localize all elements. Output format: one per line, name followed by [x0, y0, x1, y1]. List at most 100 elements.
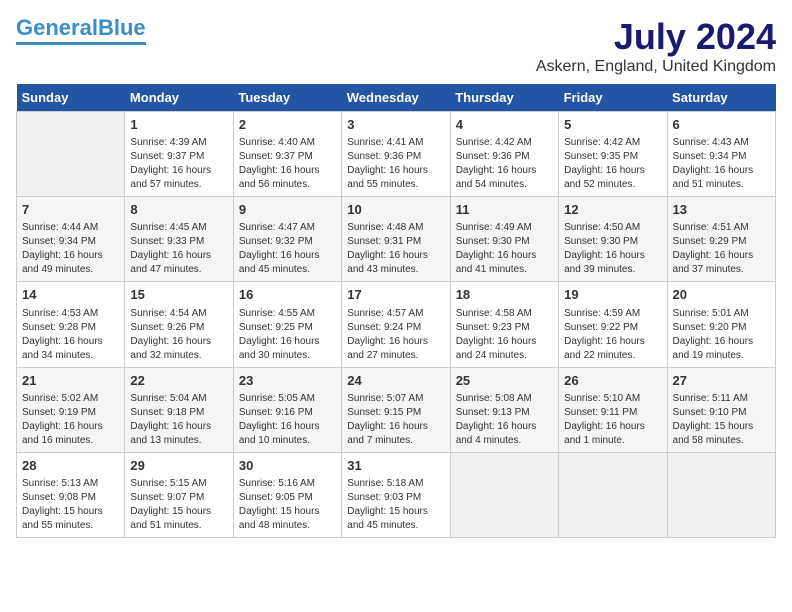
day-cell: 15 Sunrise: 4:54 AM Sunset: 9:26 PM Dayli… [125, 282, 233, 367]
day-number: 28 [22, 457, 119, 475]
day-info: Sunrise: 4:47 AM Sunset: 9:32 PM Dayligh… [239, 221, 336, 277]
day-number: 1 [130, 116, 227, 134]
day-info: Sunrise: 4:58 AM Sunset: 9:23 PM Dayligh… [456, 307, 553, 363]
day-cell: 1 Sunrise: 4:39 AM Sunset: 9:37 PM Daylig… [125, 112, 233, 197]
day-number: 18 [456, 286, 553, 304]
logo-underline [16, 42, 146, 45]
day-number: 5 [564, 116, 661, 134]
day-cell [667, 452, 775, 537]
day-cell: 21Sunrise: 5:02 AM Sunset: 9:19 PM Dayli… [17, 367, 125, 452]
month-title: July 2024 [536, 16, 776, 58]
day-info: Sunrise: 4:55 AM Sunset: 9:25 PM Dayligh… [239, 307, 336, 363]
day-info: Sunrise: 5:04 AM Sunset: 9:18 PM Dayligh… [130, 392, 227, 448]
week-row-1: 1 Sunrise: 4:39 AM Sunset: 9:37 PM Daylig… [17, 112, 776, 197]
logo: GeneralBlue [16, 16, 146, 45]
day-info: Sunrise: 5:02 AM Sunset: 9:19 PM Dayligh… [22, 392, 119, 448]
week-row-4: 21Sunrise: 5:02 AM Sunset: 9:19 PM Dayli… [17, 367, 776, 452]
day-cell: 7 Sunrise: 4:44 AM Sunset: 9:34 PM Daylig… [17, 197, 125, 282]
day-info: Sunrise: 5:13 AM Sunset: 9:08 PM Dayligh… [22, 477, 119, 533]
day-number: 25 [456, 372, 553, 390]
day-number: 4 [456, 116, 553, 134]
day-cell: 8Sunrise: 4:45 AM Sunset: 9:33 PM Daylig… [125, 197, 233, 282]
day-info: Sunrise: 4:44 AM Sunset: 9:34 PM Dayligh… [22, 221, 119, 277]
day-number: 23 [239, 372, 336, 390]
day-info: Sunrise: 4:50 AM Sunset: 9:30 PM Dayligh… [564, 221, 661, 277]
day-number: 31 [347, 457, 444, 475]
day-number: 15 [130, 286, 227, 304]
location: Askern, England, United Kingdom [536, 58, 776, 76]
day-info: Sunrise: 4:43 AM Sunset: 9:34 PM Dayligh… [673, 136, 770, 192]
day-info: Sunrise: 4:40 AM Sunset: 9:37 PM Dayligh… [239, 136, 336, 192]
day-info: Sunrise: 5:15 AM Sunset: 9:07 PM Dayligh… [130, 477, 227, 533]
day-cell: 25 Sunrise: 5:08 AM Sunset: 9:13 PM Dayli… [450, 367, 558, 452]
day-cell: 14Sunrise: 4:53 AM Sunset: 9:28 PM Dayli… [17, 282, 125, 367]
day-info: Sunrise: 4:48 AM Sunset: 9:31 PM Dayligh… [347, 221, 444, 277]
col-thursday: Thursday [450, 84, 558, 112]
header-row: SundayMondayTuesdayWednesdayThursdayFrid… [17, 84, 776, 112]
page-header: GeneralBlue July 2024 Askern, England, U… [16, 16, 776, 76]
day-info: Sunrise: 4:49 AM Sunset: 9:30 PM Dayligh… [456, 221, 553, 277]
day-cell: 3 Sunrise: 4:41 AM Sunset: 9:36 PM Daylig… [342, 112, 450, 197]
day-cell: 30 Sunrise: 5:16 AM Sunset: 9:05 PM Dayli… [233, 452, 341, 537]
day-number: 27 [673, 372, 770, 390]
col-monday: Monday [125, 84, 233, 112]
day-number: 17 [347, 286, 444, 304]
day-info: Sunrise: 4:54 AM Sunset: 9:26 PM Dayligh… [130, 307, 227, 363]
week-row-3: 14Sunrise: 4:53 AM Sunset: 9:28 PM Dayli… [17, 282, 776, 367]
day-number: 6 [673, 116, 770, 134]
day-number: 10 [347, 201, 444, 219]
day-cell: 17 Sunrise: 4:57 AM Sunset: 9:24 PM Dayli… [342, 282, 450, 367]
day-number: 9 [239, 201, 336, 219]
day-info: Sunrise: 5:05 AM Sunset: 9:16 PM Dayligh… [239, 392, 336, 448]
day-cell: 12Sunrise: 4:50 AM Sunset: 9:30 PM Dayli… [559, 197, 667, 282]
logo-general: General [16, 15, 98, 40]
day-cell: 23 Sunrise: 5:05 AM Sunset: 9:16 PM Dayli… [233, 367, 341, 452]
day-cell: 11 Sunrise: 4:49 AM Sunset: 9:30 PM Dayli… [450, 197, 558, 282]
col-sunday: Sunday [17, 84, 125, 112]
col-saturday: Saturday [667, 84, 775, 112]
day-number: 13 [673, 201, 770, 219]
day-cell: 5 Sunrise: 4:42 AM Sunset: 9:35 PM Daylig… [559, 112, 667, 197]
day-cell: 28 Sunrise: 5:13 AM Sunset: 9:08 PM Dayli… [17, 452, 125, 537]
day-number: 7 [22, 201, 119, 219]
day-info: Sunrise: 4:57 AM Sunset: 9:24 PM Dayligh… [347, 307, 444, 363]
day-info: Sunrise: 4:41 AM Sunset: 9:36 PM Dayligh… [347, 136, 444, 192]
title-block: July 2024 Askern, England, United Kingdo… [536, 16, 776, 76]
day-number: 26 [564, 372, 661, 390]
day-number: 30 [239, 457, 336, 475]
day-info: Sunrise: 5:07 AM Sunset: 9:15 PM Dayligh… [347, 392, 444, 448]
day-info: Sunrise: 4:42 AM Sunset: 9:36 PM Dayligh… [456, 136, 553, 192]
day-info: Sunrise: 4:51 AM Sunset: 9:29 PM Dayligh… [673, 221, 770, 277]
day-cell: 29 Sunrise: 5:15 AM Sunset: 9:07 PM Dayli… [125, 452, 233, 537]
day-cell: 9 Sunrise: 4:47 AM Sunset: 9:32 PM Daylig… [233, 197, 341, 282]
day-cell: 19Sunrise: 4:59 AM Sunset: 9:22 PM Dayli… [559, 282, 667, 367]
day-cell: 20 Sunrise: 5:01 AM Sunset: 9:20 PM Dayli… [667, 282, 775, 367]
week-row-5: 28 Sunrise: 5:13 AM Sunset: 9:08 PM Dayli… [17, 452, 776, 537]
day-info: Sunrise: 4:42 AM Sunset: 9:35 PM Dayligh… [564, 136, 661, 192]
calendar-table: SundayMondayTuesdayWednesdayThursdayFrid… [16, 84, 776, 538]
col-tuesday: Tuesday [233, 84, 341, 112]
day-number: 19 [564, 286, 661, 304]
day-number: 29 [130, 457, 227, 475]
day-number: 3 [347, 116, 444, 134]
day-number: 20 [673, 286, 770, 304]
day-cell: 2 Sunrise: 4:40 AM Sunset: 9:37 PM Daylig… [233, 112, 341, 197]
day-number: 16 [239, 286, 336, 304]
day-info: Sunrise: 5:01 AM Sunset: 9:20 PM Dayligh… [673, 307, 770, 363]
day-info: Sunrise: 5:10 AM Sunset: 9:11 PM Dayligh… [564, 392, 661, 448]
col-wednesday: Wednesday [342, 84, 450, 112]
day-number: 14 [22, 286, 119, 304]
day-cell: 31Sunrise: 5:18 AM Sunset: 9:03 PM Dayli… [342, 452, 450, 537]
day-info: Sunrise: 5:08 AM Sunset: 9:13 PM Dayligh… [456, 392, 553, 448]
day-info: Sunrise: 5:16 AM Sunset: 9:05 PM Dayligh… [239, 477, 336, 533]
day-info: Sunrise: 5:11 AM Sunset: 9:10 PM Dayligh… [673, 392, 770, 448]
day-info: Sunrise: 4:39 AM Sunset: 9:37 PM Dayligh… [130, 136, 227, 192]
day-number: 2 [239, 116, 336, 134]
day-cell: 26 Sunrise: 5:10 AM Sunset: 9:11 PM Dayli… [559, 367, 667, 452]
logo-blue: Blue [98, 15, 146, 40]
day-cell: 22Sunrise: 5:04 AM Sunset: 9:18 PM Dayli… [125, 367, 233, 452]
day-number: 11 [456, 201, 553, 219]
day-cell: 24Sunrise: 5:07 AM Sunset: 9:15 PM Dayli… [342, 367, 450, 452]
day-cell: 10 Sunrise: 4:48 AM Sunset: 9:31 PM Dayli… [342, 197, 450, 282]
day-cell [450, 452, 558, 537]
